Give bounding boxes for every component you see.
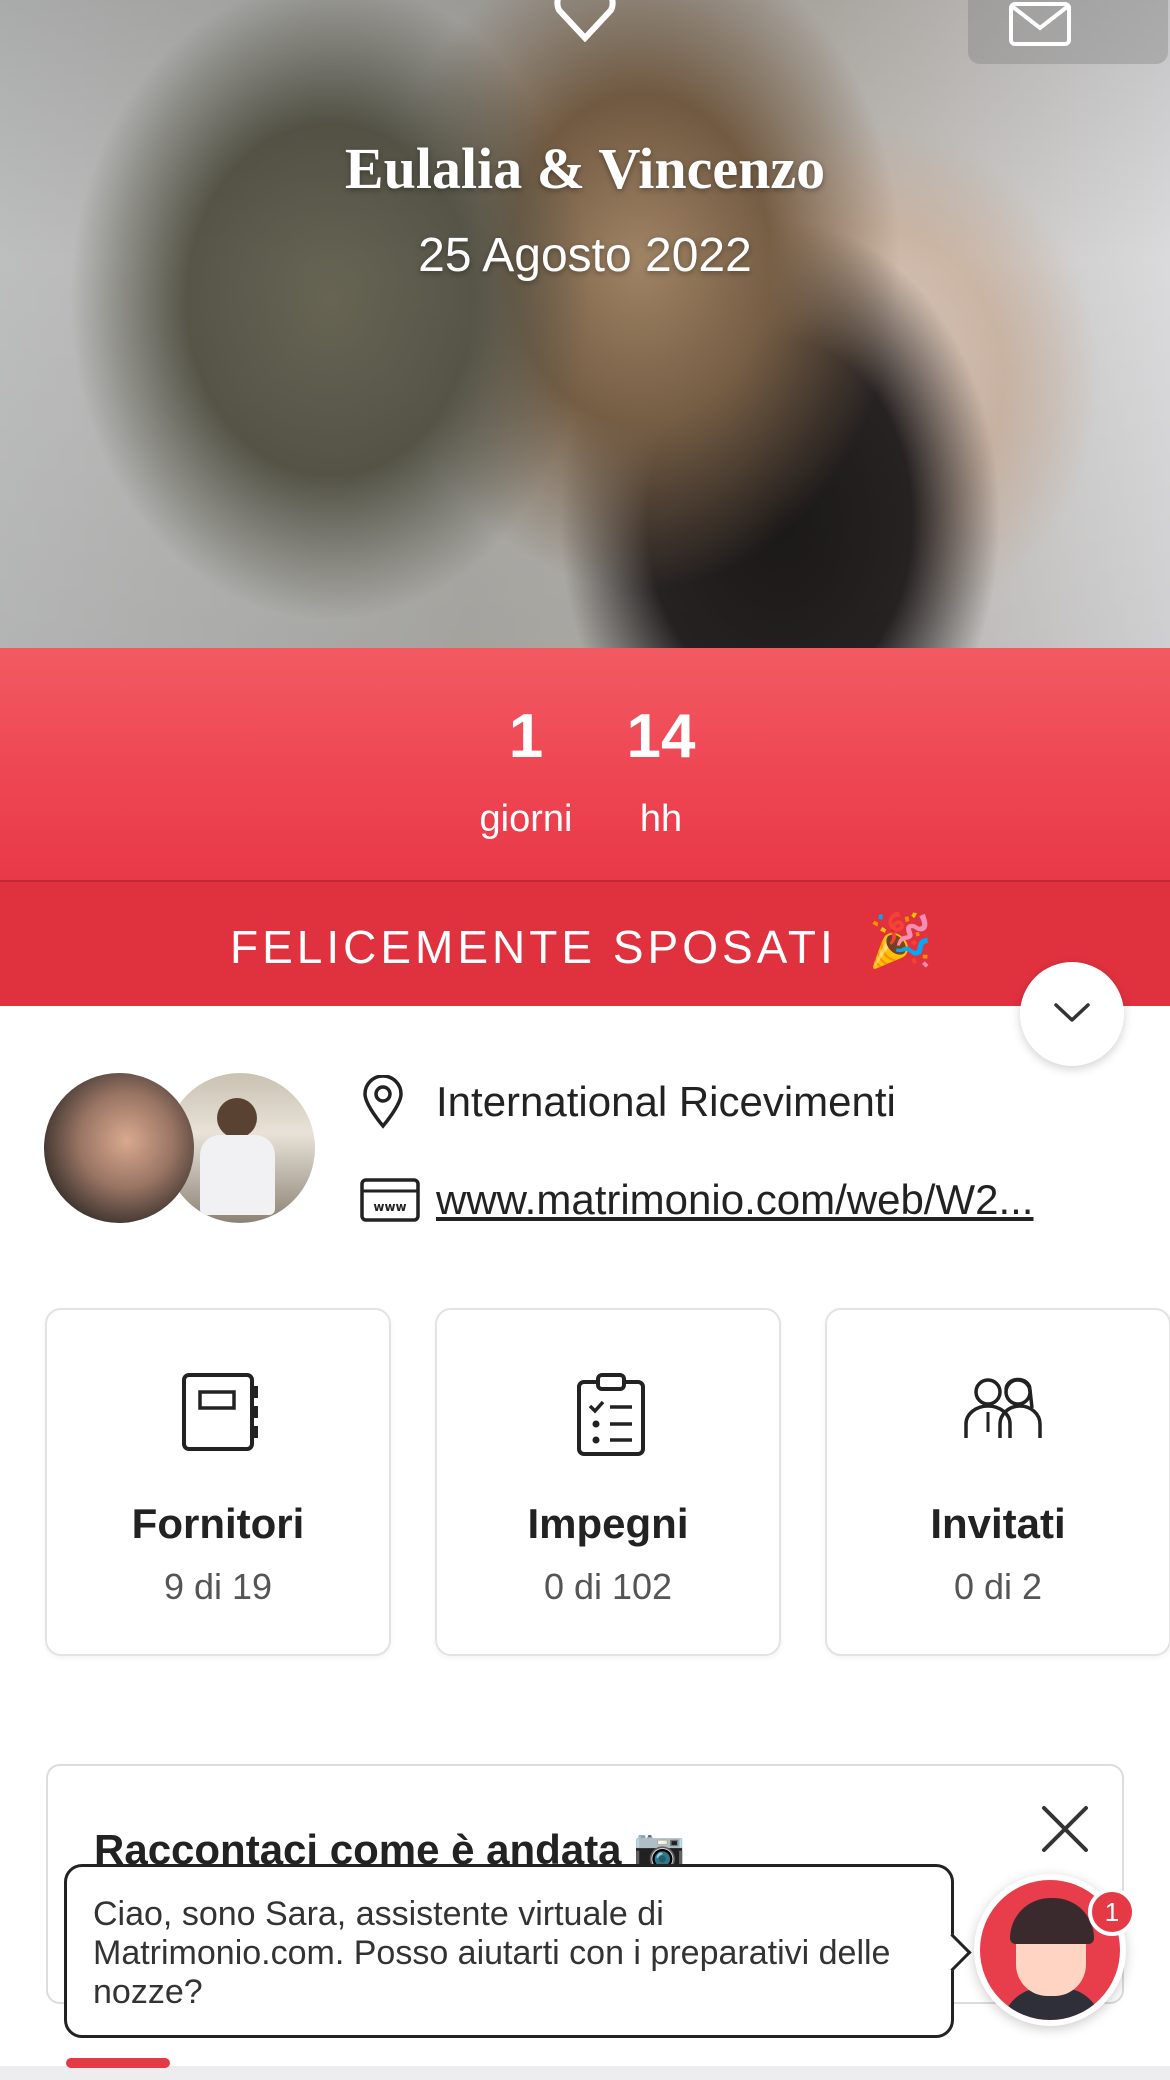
website-icon: www [360, 1178, 420, 1222]
location-row[interactable]: International Ricevimenti [360, 1072, 896, 1132]
expand-button[interactable] [1020, 962, 1124, 1066]
card-title: Invitati [930, 1500, 1066, 1547]
location-text: International Ricevimenti [436, 1078, 896, 1125]
countdown-hours: 14 hh [591, 706, 731, 841]
heart-location-icon [554, 0, 616, 42]
hero-photo: Eulalia & Vincenzo 25 Agosto 2022 [0, 0, 1170, 648]
card-impegni[interactable]: Impegni 0 di 102 [435, 1308, 781, 1656]
card-invitati[interactable]: Invitati 0 di 2 [825, 1308, 1170, 1656]
assistant-message: Ciao, sono Sara, assistente virtuale di … [93, 1895, 891, 2011]
status-banner: FELICEMENTE SPOSATI 🎉 [0, 880, 1170, 1006]
status-text: FELICEMENTE SPOSATI [230, 921, 837, 973]
mail-button[interactable] [968, 0, 1168, 64]
couple-names: Eulalia & Vincenzo [344, 136, 826, 201]
chevron-down-icon [1054, 1003, 1090, 1022]
days-label: giorni [479, 798, 573, 840]
hours-value: 14 [626, 702, 696, 771]
countdown-days: 1 giorni [456, 706, 596, 841]
guests-icon [964, 1377, 1042, 1438]
clipboard-checklist-icon [577, 1373, 645, 1456]
tab-indicator [66, 2058, 170, 2068]
svg-text:www: www [373, 1200, 406, 1214]
assistant-message-bubble[interactable]: Ciao, sono Sara, assistente virtuale di … [64, 1864, 954, 2038]
card-title: Impegni [527, 1500, 689, 1547]
card-title: Fornitori [131, 1500, 305, 1547]
countdown: 1 giorni 14 hh [0, 648, 1170, 880]
bottom-tab-bar [0, 2066, 1170, 2080]
location-pin-icon [363, 1075, 403, 1129]
card-count: 0 di 102 [543, 1566, 673, 1607]
days-value: 1 [508, 702, 544, 771]
party-popper-icon: 🎉 [868, 912, 933, 970]
wedding-date: 25 Agosto 2022 [418, 229, 752, 282]
website-row[interactable]: www www.matrimonio.com/web/W2... [360, 1170, 1033, 1230]
avatar-bride[interactable] [44, 1073, 194, 1223]
website-link[interactable]: www.matrimonio.com/web/W2... [436, 1176, 1033, 1224]
hours-label: hh [639, 798, 683, 840]
mail-icon [1009, 2, 1071, 46]
card-count: 9 di 19 [163, 1566, 273, 1607]
assistant-badge: 1 [1088, 1888, 1136, 1936]
card-count: 0 di 2 [953, 1566, 1043, 1607]
close-icon[interactable] [1040, 1804, 1090, 1854]
card-fornitori[interactable]: Fornitori 9 di 19 [45, 1308, 391, 1656]
notebook-icon [182, 1373, 258, 1451]
